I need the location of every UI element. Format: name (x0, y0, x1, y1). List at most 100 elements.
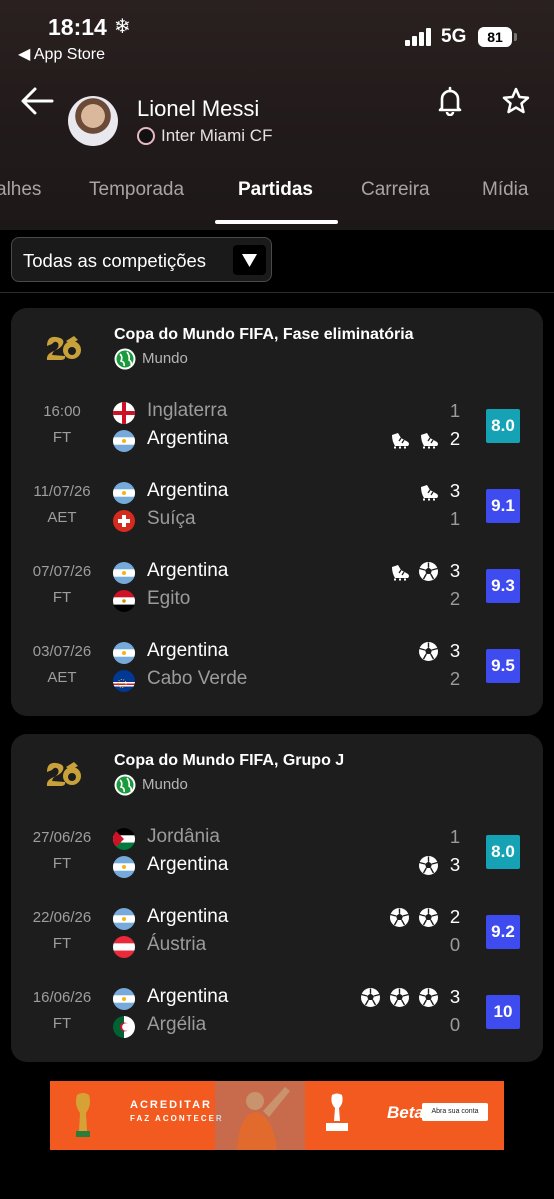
goal-ball-icon (419, 562, 438, 581)
ad-headline: ACREDITAR FAZ ACONTECER (130, 1099, 224, 1125)
bell-icon[interactable] (436, 86, 464, 116)
match-row[interactable]: 07/07/26 FT Argentina 3 Egito 2 9.3 (11, 560, 543, 630)
match-date: 16/06/26 (32, 989, 92, 1006)
battery-tip (514, 33, 517, 41)
home-score: 1 (449, 400, 461, 421)
match-row[interactable]: 11/07/26 AET Argentina 3 Suíça 1 9.1 (11, 480, 543, 550)
player-team[interactable]: Inter Miami CF (161, 126, 272, 146)
away-score: 1 (449, 508, 461, 529)
team-logo-icon (137, 127, 155, 145)
player-rating-badge: 9.5 (486, 649, 520, 683)
match-status: FT (52, 1015, 72, 1032)
home-team-name: Argentina (147, 480, 229, 501)
away-score: 2 (449, 428, 461, 449)
match-row[interactable]: 22/06/26 FT Argentina 2 Áustria 0 9.2 (11, 906, 543, 976)
competition-filter-dropdown[interactable]: Todas as competições (11, 237, 272, 282)
flag-argentina-icon (113, 482, 135, 504)
flag-egypt-icon (113, 590, 135, 612)
match-date: 11/07/26 (33, 483, 91, 500)
tab-bar: alhes Temporada Partidas Carreira Mídia (0, 170, 554, 226)
away-score: 3 (449, 854, 461, 875)
match-row[interactable]: 16:00 FT Inglaterra 1 Argentina 2 8.0 (11, 400, 543, 470)
world-cup-logo-icon (46, 336, 81, 360)
flag-argentina-icon (113, 562, 135, 584)
match-row[interactable]: 16/06/26 FT Argentina 3 Argélia 0 10 (11, 986, 543, 1056)
away-team-name: Argélia (147, 1014, 207, 1035)
match-status: AET (47, 669, 77, 686)
assist-boot-icon (421, 433, 438, 449)
back-arrow-icon[interactable] (20, 86, 54, 116)
player-rating-badge: 9.1 (486, 489, 520, 523)
dropdown-button[interactable] (233, 245, 266, 275)
flag-argentina-icon (113, 856, 135, 878)
player-rating-badge: 9.3 (486, 569, 520, 603)
snowflake-icon: ❄ (114, 16, 131, 38)
goal-ball-icon (390, 988, 409, 1007)
goal-ball-icon (419, 856, 438, 875)
signal-icon (405, 28, 433, 46)
competition-title[interactable]: Copa do Mundo FIFA, Fase eliminatória (114, 326, 414, 344)
match-status: FT (52, 855, 72, 872)
triangle-down-icon (242, 254, 257, 267)
home-score: 2 (449, 906, 461, 927)
assist-boot-icon (392, 565, 409, 581)
tab-midia[interactable]: Mídia (482, 179, 528, 201)
home-team-name: Argentina (147, 560, 229, 581)
competition-title[interactable]: Copa do Mundo FIFA, Grupo J (114, 752, 344, 770)
tab-carreira[interactable]: Carreira (361, 179, 430, 201)
home-score: 3 (449, 640, 461, 661)
flag-jordan-icon (113, 828, 135, 850)
away-score: 0 (449, 1014, 461, 1035)
ad-headline-line1: ACREDITAR (130, 1099, 212, 1111)
away-team-name: Argentina (147, 854, 229, 875)
competition-region: Mundo (142, 350, 188, 367)
world-cup-logo-icon (46, 762, 81, 786)
player-avatar (68, 96, 118, 146)
match-row[interactable]: 27/06/26 FT Jordânia 1 Argentina 3 8.0 (11, 826, 543, 896)
home-score: 3 (449, 480, 461, 501)
fifa-logo-icon (322, 1091, 352, 1135)
home-score: 3 (449, 986, 461, 1007)
away-team-name: Suíça (147, 508, 196, 529)
tab-partidas[interactable]: Partidas (238, 179, 313, 201)
player-rating-badge: 9.2 (486, 915, 520, 949)
flag-argentina-icon (113, 642, 135, 664)
world-cup-trophy-icon (76, 1093, 90, 1137)
home-team-name: Inglaterra (147, 400, 228, 421)
flag-argentina-icon (113, 908, 135, 930)
home-score: 3 (449, 560, 461, 581)
goal-ball-icon (361, 988, 380, 1007)
away-team-name: Cabo Verde (147, 668, 248, 689)
match-status: FT (52, 589, 72, 606)
player-rating-badge: 10 (486, 995, 520, 1029)
away-team-name: Argentina (147, 428, 229, 449)
flag-cape-verde-icon (113, 670, 135, 692)
star-icon[interactable] (501, 86, 531, 116)
home-team-name: Argentina (147, 906, 229, 927)
active-tab-indicator (215, 220, 338, 224)
flag-argentina-icon (113, 988, 135, 1010)
network-type: 5G (441, 26, 467, 47)
ad-banner[interactable]: ACREDITAR FAZ ACONTECER Betano Abra sua … (50, 1081, 504, 1150)
match-status: FT (52, 935, 72, 952)
home-team-name: Jordânia (147, 826, 220, 847)
competition-region: Mundo (142, 776, 188, 793)
back-to-app-store-link[interactable]: ◀ App Store (18, 44, 105, 64)
tab-detalhes[interactable]: alhes (0, 179, 41, 201)
assist-boot-icon (421, 485, 438, 501)
away-score: 2 (449, 588, 461, 609)
match-date: 16:00 (43, 403, 81, 420)
flag-england-icon (113, 402, 135, 424)
player-rating-badge: 8.0 (486, 409, 520, 443)
match-status: AET (47, 509, 77, 526)
match-date: 03/07/26 (32, 643, 92, 660)
away-score: 2 (449, 668, 461, 689)
ad-cta-button[interactable]: Abra sua conta (422, 1103, 488, 1121)
flag-argentina-icon (113, 430, 135, 452)
match-date: 27/06/26 (32, 829, 92, 846)
match-status: FT (52, 429, 72, 446)
ad-person-image (215, 1081, 305, 1150)
home-score: 1 (449, 826, 461, 847)
tab-temporada[interactable]: Temporada (89, 179, 184, 201)
match-row[interactable]: 03/07/26 AET Argentina 3 Cabo Verde 2 9.5 (11, 640, 543, 710)
